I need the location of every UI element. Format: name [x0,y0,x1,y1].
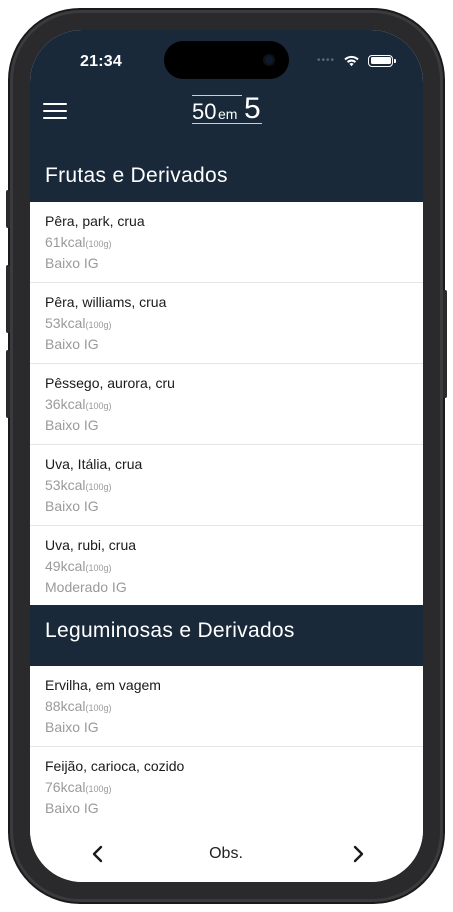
status-icons: •••• [316,54,396,67]
food-ig: Baixo IG [45,719,99,735]
food-kcal: 49kcal(100g) [45,558,112,574]
signal-icon: •••• [316,55,335,66]
section-title: Frutas e Derivados [45,164,228,187]
list-frutas: Pêra, park, crua 61kcal(100g) Baixo IG P… [30,202,423,607]
next-button[interactable] [348,839,368,869]
list-item[interactable]: Pêra, park, crua 61kcal(100g) Baixo IG [30,202,423,283]
list-leguminosas: Ervilha, em vagem 88kcal(100g) Baixo IG … [30,666,423,828]
power-button [443,290,447,398]
food-ig: Baixo IG [45,255,99,271]
dynamic-island [164,41,289,79]
food-name: Uva, Itália, crua [45,456,143,472]
logo-part-2: em [218,106,238,122]
food-name: Pêra, park, crua [45,213,145,229]
food-ig: Baixo IG [45,498,99,514]
app-logo: 50 em 5 [192,92,262,126]
food-ig: Moderado IG [45,579,127,595]
logo-part-1: 50 [192,99,217,124]
food-name: Ervilha, em vagem [45,677,161,693]
app-screen: 21:34 •••• 50 em 5 Frutas e Derivados Pê… [30,30,423,882]
action-button [6,190,10,228]
food-kcal: 36kcal(100g) [45,396,112,412]
section-header-leguminosas: Leguminosas e Derivados [30,605,423,666]
food-kcal: 53kcal(100g) [45,315,112,331]
food-kcal: 53kcal(100g) [45,477,112,493]
food-name: Pêra, williams, crua [45,294,167,310]
list-item[interactable]: Uva, Itália, crua 53kcal(100g) Baixo IG [30,445,423,526]
previous-button[interactable] [88,839,108,869]
food-kcal: 76kcal(100g) [45,779,112,795]
battery-icon [368,54,396,67]
bottom-nav-bar: Obs. [30,827,423,882]
status-time: 21:34 [80,53,122,70]
volume-down-button [6,350,10,418]
wifi-icon [344,55,359,67]
volume-up-button [6,265,10,333]
chevron-left-icon [92,845,103,863]
list-item[interactable]: Feijão, carioca, cozido 76kcal(100g) Bai… [30,747,423,828]
food-kcal: 61kcal(100g) [45,234,112,250]
list-item[interactable]: Uva, rubi, crua 49kcal(100g) Moderado IG [30,526,423,607]
food-name: Pêssego, aurora, cru [45,375,175,391]
hamburger-menu-icon [43,103,67,105]
food-name: Feijão, carioca, cozido [45,758,185,774]
food-kcal: 88kcal(100g) [45,698,112,714]
food-ig: Baixo IG [45,417,99,433]
list-item[interactable]: Ervilha, em vagem 88kcal(100g) Baixo IG [30,666,423,747]
obs-button[interactable]: Obs. [190,845,262,863]
list-item[interactable]: Pêssego, aurora, cru 36kcal(100g) Baixo … [30,364,423,445]
section-title: Leguminosas e Derivados [45,619,295,642]
food-ig: Baixo IG [45,336,99,352]
food-name: Uva, rubi, crua [45,537,137,553]
camera-icon [263,54,275,66]
food-ig: Baixo IG [45,800,99,816]
logo-part-3: 5 [244,92,261,125]
section-header-frutas: Frutas e Derivados [30,160,423,202]
chevron-right-icon [353,845,364,863]
list-item[interactable]: Pêra, williams, crua 53kcal(100g) Baixo … [30,283,423,364]
menu-button[interactable] [43,103,67,121]
